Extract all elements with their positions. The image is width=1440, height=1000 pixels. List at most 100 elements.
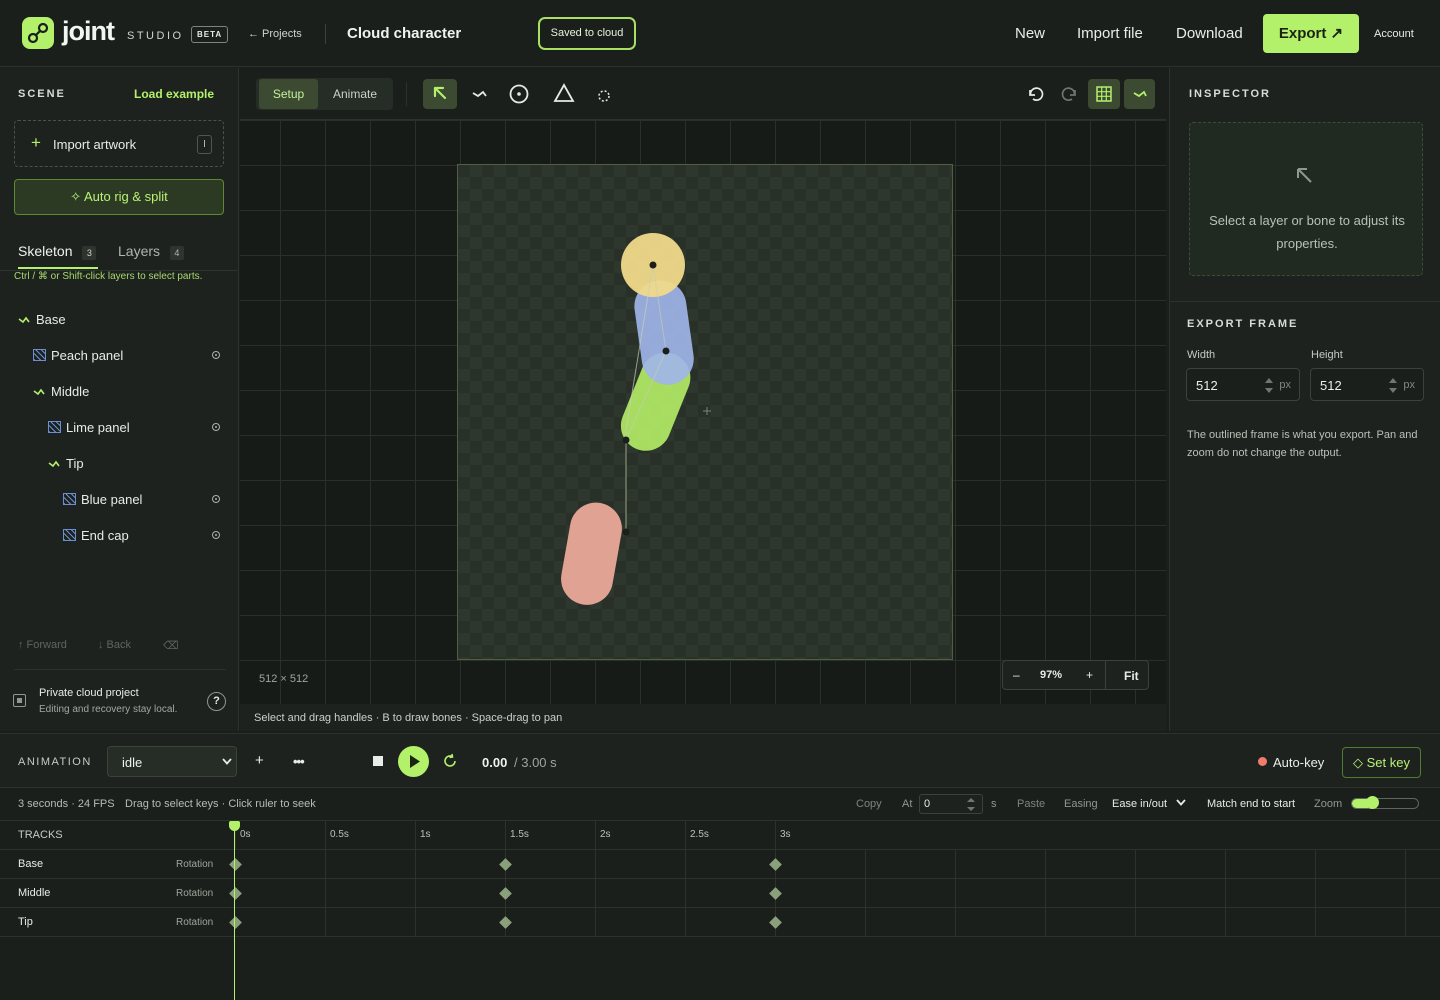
header: joint STUDIO BETA ← Projects Cloud chara… [0,0,1440,67]
zoom-slider-thumb[interactable] [1365,796,1379,809]
easing-select[interactable]: Ease in/out [1112,798,1186,810]
zoom-in-button[interactable]: + [1086,668,1093,682]
paste-button[interactable]: Paste [1017,798,1045,810]
layer-icon [48,421,61,433]
keyframe[interactable] [229,916,242,929]
private-project-desc: Editing and recovery stay local. [39,704,178,715]
bone-row[interactable]: Base [0,301,239,337]
timeline-ruler[interactable]: TRACKS 0s 0.5s 1s 1.5s 2s 2.5s 3s [0,821,1440,850]
tracks-title: TRACKS [18,829,63,841]
width-input[interactable]: 512 px [1186,368,1300,401]
bone-tool[interactable] [462,79,496,109]
bone-row[interactable]: Middle [0,373,239,409]
tab-layers[interactable]: Layers 4 [118,243,184,260]
keyframe[interactable] [499,916,512,929]
play-button[interactable] [398,746,429,777]
new-button[interactable]: New [1015,25,1045,42]
keyframe[interactable] [229,858,242,871]
tree-item-label: Tip [66,456,84,471]
keyframe[interactable] [769,858,782,871]
at-input[interactable]: 0 [919,794,983,814]
visibility-icon[interactable] [212,351,220,359]
scene-panel: SCENE Load example + Import artwork I ✧ … [0,68,239,731]
selection-hint: Ctrl / ⌘ or Shift-click layers to select… [14,271,203,282]
export-frame-note: The outlined frame is what you export. P… [1187,429,1418,459]
keyframe[interactable] [499,887,512,900]
load-example-link[interactable]: Load example [134,87,214,101]
autokey-toggle[interactable]: Auto-key [1273,755,1324,770]
undo-button[interactable] [1018,79,1052,109]
mesh-tool[interactable] [547,79,581,109]
total-time: / 3.00 s [514,755,557,770]
redo-button[interactable] [1053,79,1087,109]
height-label: Height [1311,349,1343,361]
logo-icon [22,17,54,49]
height-input[interactable]: 512 px [1310,368,1424,401]
set-key-button[interactable]: ◇ Set key [1342,747,1421,778]
pivot-tool[interactable] [502,79,536,109]
visibility-icon[interactable] [212,495,220,503]
download-button[interactable]: Download [1176,25,1243,42]
project-title[interactable]: Cloud character [347,25,461,42]
timeline-zoom-slider[interactable] [1351,796,1419,809]
record-icon [1258,757,1267,766]
bone-row[interactable]: Tip [0,445,239,481]
back-button[interactable]: ↓ Back [98,639,131,651]
account-link[interactable]: Account [1374,28,1414,40]
copy-button[interactable]: Copy [856,798,882,810]
track-name: Tip [18,916,33,928]
auto-rig-button[interactable]: ✧ Auto rig & split [14,179,224,215]
keyframe[interactable] [229,887,242,900]
animate-mode-button[interactable]: Animate [322,79,388,109]
header-divider [325,24,326,44]
playhead[interactable] [229,821,240,1000]
add-clip-button[interactable]: + [255,752,264,769]
fit-button[interactable]: Fit [1124,669,1139,683]
layer-row[interactable]: Blue panel [0,481,239,517]
ruler-tick [775,821,776,850]
stop-button[interactable] [373,756,383,766]
play-icon [410,755,420,768]
visibility-icon[interactable] [212,423,220,431]
export-button[interactable]: Export ↗ [1263,14,1359,53]
help-button[interactable]: ? [207,692,226,711]
delete-icon[interactable]: ⌫ [163,639,179,652]
canvas-stage[interactable]: 512 × 512 [240,120,1166,704]
keyframe[interactable] [769,887,782,900]
crosshair-icon [703,407,711,415]
bones-visibility-toggle[interactable] [1124,79,1155,109]
loop-icon[interactable] [442,753,458,769]
track-row[interactable]: Tip Rotation [0,908,1440,937]
import-artwork-button[interactable]: + Import artwork I [14,120,224,167]
import-file-button[interactable]: Import file [1077,25,1143,42]
ruler-label: 0s [240,829,251,840]
zoom-out-button[interactable]: – [1013,668,1020,682]
keyframe[interactable] [769,916,782,929]
match-end-button[interactable]: Match end to start [1207,798,1295,810]
track-row[interactable]: Middle Rotation [0,879,1440,908]
stepper-icon [967,798,975,811]
lasso-tool[interactable] [587,79,621,109]
select-tool[interactable] [423,79,457,109]
forward-button[interactable]: ↑ Forward [18,639,67,651]
layer-row[interactable]: End cap [0,517,239,553]
track-row[interactable]: Base Rotation [0,850,1440,879]
clip-select[interactable]: idle [107,746,237,777]
ruler-label: 1s [420,829,431,840]
ruler-label: 1.5s [510,829,529,840]
projects-link[interactable]: ← Projects [248,28,302,40]
inspector-title: INSPECTOR [1189,88,1271,100]
tree-item-label: Blue panel [81,492,143,507]
shortcut-badge: I [197,135,212,154]
visibility-icon[interactable] [212,531,220,539]
tab-skeleton[interactable]: Skeleton 3 [18,243,97,260]
setup-mode-button[interactable]: Setup [259,79,318,109]
layer-row[interactable]: Peach panel [0,337,239,373]
private-project-checkbox[interactable] [13,694,26,707]
clip-value: idle [122,755,143,770]
more-button[interactable]: ••• [293,754,305,769]
keyframe[interactable] [499,858,512,871]
layer-row[interactable]: Lime panel [0,409,239,445]
brand-sub: STUDIO [127,30,184,42]
grid-toggle[interactable] [1088,79,1120,109]
